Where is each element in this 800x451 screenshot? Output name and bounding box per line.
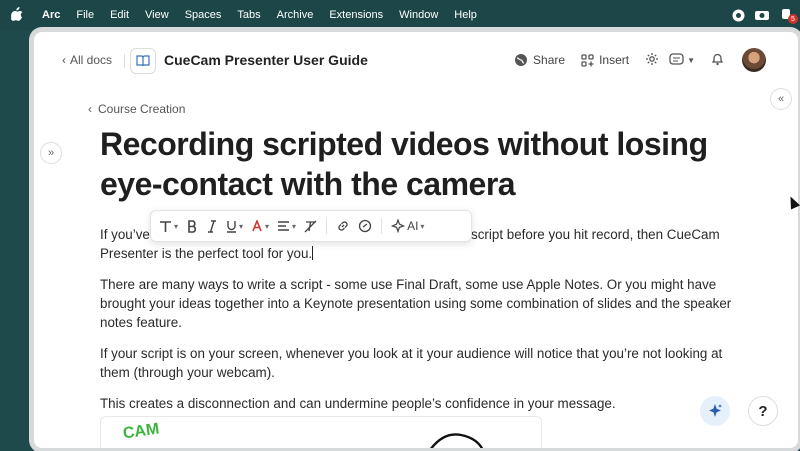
header-actions: Share Insert ▼ <box>514 46 766 74</box>
menu-help[interactable]: Help <box>446 9 485 21</box>
text-cursor <box>312 246 314 260</box>
underline-icon <box>227 220 237 233</box>
record-icon[interactable] <box>730 8 746 22</box>
share-label: Share <box>533 53 566 67</box>
insert-label: Insert <box>599 53 630 67</box>
breadcrumb[interactable]: ‹ Course Creation <box>88 102 185 116</box>
page-title[interactable]: Recording scripted videos without losing… <box>100 124 740 204</box>
menu-view[interactable]: View <box>137 9 177 21</box>
double-chevron-left-icon: « <box>777 93 785 105</box>
menu-edit[interactable]: Edit <box>102 9 137 21</box>
paragraph-1-start: If you’ve <box>100 227 150 242</box>
insert-grid-icon <box>581 53 594 67</box>
chevron-down-icon: ▾ <box>265 221 270 231</box>
link-button[interactable] <box>334 215 352 237</box>
paragraph-1-line2: Presenter is the perfect tool for you. <box>100 246 313 261</box>
clear-format-icon <box>304 220 317 232</box>
chevron-down-icon: ▾ <box>174 221 179 231</box>
menu-extensions[interactable]: Extensions <box>321 9 391 21</box>
paragraph-4[interactable]: This creates a disconnection and can und… <box>100 394 740 413</box>
ai-label: AI <box>407 219 419 233</box>
cuecam-status-icon[interactable]: 5 <box>778 8 798 24</box>
comment-link-icon <box>358 219 372 233</box>
text-color-button[interactable]: ▾ <box>249 215 271 237</box>
globe-icon <box>515 54 528 66</box>
text-style-icon <box>160 220 171 232</box>
text-color-icon <box>252 219 262 231</box>
app-window: ‹ All docs CueCam Presenter User Guide S… <box>34 32 798 448</box>
gear-icon[interactable] <box>645 52 659 69</box>
italic-button[interactable] <box>204 215 220 237</box>
bold-icon <box>187 219 196 233</box>
apple-icon[interactable] <box>0 6 34 24</box>
chevron-down-icon: ▾ <box>420 221 425 231</box>
menu-spaces[interactable]: Spaces <box>177 9 230 21</box>
link-icon <box>338 221 348 231</box>
paragraph-2[interactable]: There are many ways to write a script - … <box>100 275 740 332</box>
doc-header: ‹ All docs CueCam Presenter User Guide S… <box>34 32 798 88</box>
align-button[interactable]: ▾ <box>275 215 298 237</box>
book-icon[interactable] <box>130 48 156 74</box>
comments-icon[interactable]: ▼ <box>669 53 695 67</box>
embedded-media-preview[interactable]: CAM <box>100 416 542 448</box>
avatar[interactable] <box>742 48 766 72</box>
share-button[interactable]: Share <box>514 53 565 67</box>
all-docs-link[interactable]: ‹ All docs <box>62 53 112 67</box>
paragraph-1-end: e script before you hit record, then Cue… <box>459 227 720 242</box>
underline-button[interactable]: ▾ <box>224 215 245 237</box>
align-left-icon <box>278 221 290 231</box>
menu-app-arc[interactable]: Arc <box>34 9 68 21</box>
media-scribble-text: CAM <box>121 420 161 443</box>
bell-icon[interactable] <box>711 52 724 69</box>
document-body[interactable]: If you’ve e script before you hit record,… <box>100 225 740 425</box>
toolbar-divider <box>381 218 383 234</box>
help-button[interactable]: ? <box>748 396 778 426</box>
text-style-button[interactable]: ▾ <box>157 215 180 237</box>
breadcrumb-label: Course Creation <box>98 102 186 116</box>
paragraph-3[interactable]: If your script is on your screen, whenev… <box>100 344 740 382</box>
chevron-down-icon: ▾ <box>292 221 297 231</box>
media-sketch-drawing <box>430 433 484 448</box>
menubar-status-area: 5 <box>730 0 798 30</box>
collapse-right-panel-button[interactable]: « <box>770 88 792 110</box>
ai-assistant-button[interactable] <box>700 396 730 426</box>
all-docs-label: All docs <box>70 53 113 67</box>
menu-file[interactable]: File <box>68 9 102 21</box>
chevron-down-icon: ▾ <box>239 221 244 231</box>
toolbar-divider <box>326 218 328 234</box>
doc-title: CueCam Presenter User Guide <box>164 52 368 68</box>
camera-icon[interactable] <box>754 8 770 22</box>
mention-button[interactable] <box>356 215 374 237</box>
italic-icon <box>208 219 217 233</box>
menu-window[interactable]: Window <box>391 9 446 21</box>
ai-button[interactable]: AI ▾ <box>389 215 426 237</box>
expand-sidebar-button[interactable]: » <box>40 142 62 164</box>
menu-tabs[interactable]: Tabs <box>229 9 268 21</box>
chevron-down-icon[interactable]: ▼ <box>687 56 695 65</box>
header-divider <box>124 54 125 68</box>
notification-badge: 5 <box>788 14 798 24</box>
sparkle-icon <box>391 219 406 233</box>
chevron-left-icon: ‹ <box>88 102 92 116</box>
sparkle-icon <box>709 404 722 417</box>
chevron-left-icon: ‹ <box>62 53 66 67</box>
menu-archive[interactable]: Archive <box>269 9 322 21</box>
insert-button[interactable]: Insert <box>581 53 629 67</box>
formatting-toolbar: ▾ ▾ ▾ ▾ AI ▾ <box>150 210 472 242</box>
double-chevron-right-icon: » <box>47 147 55 159</box>
menubar: Arc File Edit View Spaces Tabs Archive E… <box>0 0 800 30</box>
clear-format-button[interactable] <box>302 215 319 237</box>
bold-button[interactable] <box>184 215 200 237</box>
